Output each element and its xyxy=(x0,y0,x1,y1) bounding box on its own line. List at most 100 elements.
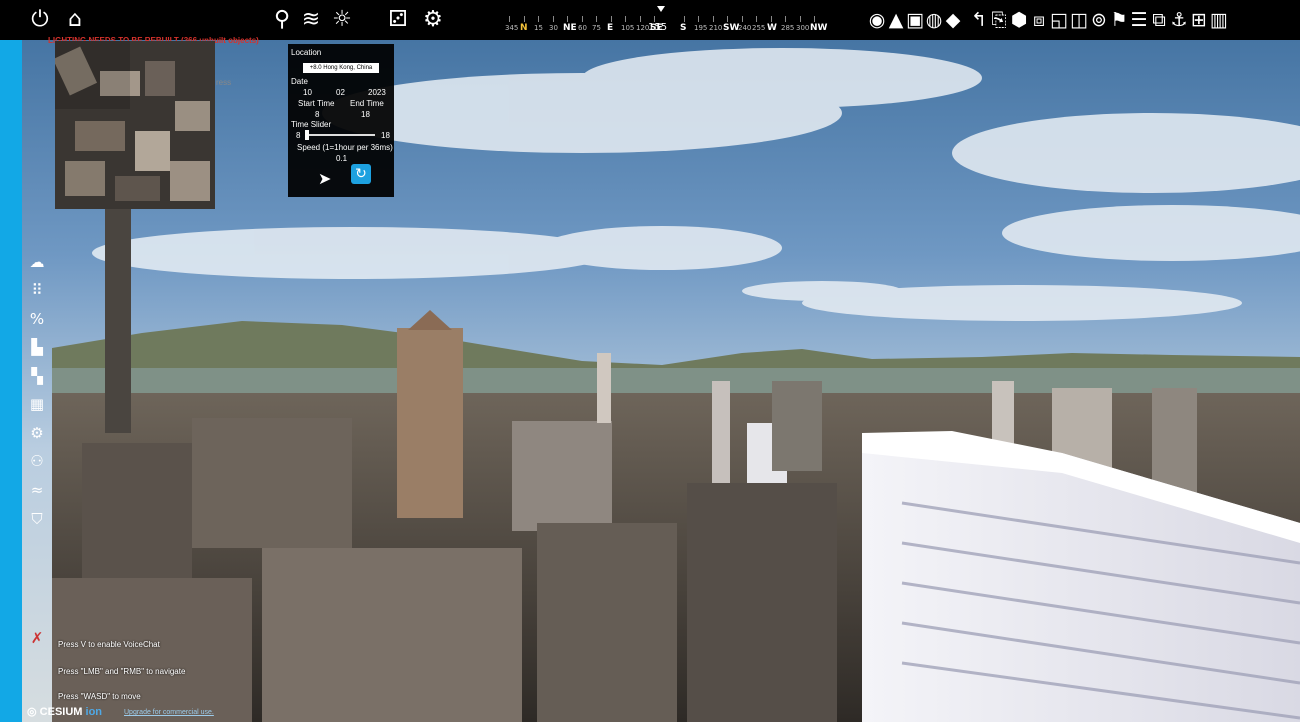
time-slider-track[interactable] xyxy=(305,134,375,136)
gis-cloud-icon[interactable]: ☁ xyxy=(27,252,47,272)
undo-arrow-icon[interactable]: ↰ xyxy=(970,6,988,34)
date-day[interactable]: 10 xyxy=(303,88,312,97)
chart-icon[interactable]: ▥ xyxy=(1210,6,1228,34)
compass-tick xyxy=(800,16,801,22)
upgrade-link[interactable]: Upgrade for commercial use. xyxy=(124,709,214,716)
compass-tick xyxy=(640,16,641,22)
terrain-icon[interactable]: ▲ xyxy=(887,6,905,34)
microphone-muted-icon[interactable]: ✗ xyxy=(27,628,47,648)
pin-marker-icon[interactable]: ⚑ xyxy=(1110,6,1128,34)
compass-tick xyxy=(611,16,612,22)
settings-gear-icon[interactable]: ⚙ xyxy=(421,6,445,34)
anchor-icon[interactable]: ⚓ xyxy=(1170,6,1188,34)
compass-label: NE xyxy=(563,23,577,33)
cesium-ion-logo[interactable]: ◎ CESIUM ion xyxy=(27,705,102,719)
compass-tick xyxy=(567,16,568,22)
location-pin-icon[interactable]: ⚲ xyxy=(270,6,294,34)
compass-label: N xyxy=(520,23,528,33)
voicechat-hint: Press V to enable VoiceChat xyxy=(58,640,160,649)
people-icon[interactable]: ⚇ xyxy=(27,451,47,471)
compass-label: S xyxy=(680,23,687,33)
compass-tick xyxy=(785,16,786,22)
grid-dots-icon[interactable]: ⠿ xyxy=(27,280,47,300)
compass-label: W xyxy=(767,23,777,33)
cube-icon[interactable]: ⧈ xyxy=(1030,6,1048,34)
tiles-icon[interactable]: ▚ xyxy=(27,366,47,386)
start-time-label: Start Time xyxy=(298,99,335,108)
minimap[interactable] xyxy=(55,41,215,209)
compass-tick xyxy=(771,16,772,22)
cog-icon[interactable]: ⚙ xyxy=(27,423,47,443)
compass-tick xyxy=(814,16,815,22)
compass-tick xyxy=(756,16,757,22)
compass-tick xyxy=(596,16,597,22)
hexagon-icon[interactable]: ⬢ xyxy=(1010,6,1028,34)
sun-position-panel: Location +8.0 Hong Kong, China Date 10 0… xyxy=(288,44,394,197)
harbour xyxy=(52,368,1300,396)
frame-icon[interactable]: ◱ xyxy=(1050,6,1068,34)
compass-tick xyxy=(698,16,699,22)
speed-input[interactable]: 0.1 xyxy=(336,154,347,163)
date-month[interactable]: 02 xyxy=(336,88,345,97)
shield-icon[interactable]: ⛉ xyxy=(27,509,47,529)
cesium-logo-mark-icon: ◎ xyxy=(27,706,37,718)
time-slider-thumb[interactable] xyxy=(305,130,309,140)
slider-max: 18 xyxy=(381,131,390,140)
compass-label: 240 xyxy=(738,24,752,32)
globe-view-icon[interactable]: ◉ xyxy=(868,6,886,34)
refresh-icon: ↻ xyxy=(355,166,367,182)
pointer-cursor-icon[interactable]: ➤ xyxy=(318,169,331,188)
compass-label: 300 xyxy=(796,24,810,32)
compass-label: 210 xyxy=(709,24,723,32)
stack-icon[interactable]: ⧉ xyxy=(1150,6,1168,34)
compass-tick xyxy=(625,16,626,22)
compass-label: 75 xyxy=(592,24,601,32)
compass-tick xyxy=(727,16,728,22)
building-icon[interactable]: ▙ xyxy=(27,337,47,357)
compass-tick xyxy=(524,16,525,22)
compass-bar[interactable]: 155 345 N 15 30 NE 60 75 E 105 120 SE S 195 210 SW 240 2… xyxy=(505,6,835,38)
navigate-hint: Press "LMB" and "RMB" to navigate xyxy=(58,667,186,676)
box-icon[interactable]: ◫ xyxy=(1070,6,1088,34)
target-icon[interactable]: ⊚ xyxy=(1090,6,1108,34)
minimap-terrain xyxy=(55,41,215,209)
compass-label: 120 xyxy=(636,24,650,32)
calculator-icon[interactable]: ▦ xyxy=(27,394,47,414)
sphere-icon[interactable]: ◍ xyxy=(925,6,943,34)
compass-tick xyxy=(553,16,554,22)
compass-tick xyxy=(654,16,655,22)
export-icon[interactable]: ⎘ xyxy=(990,6,1008,34)
home-icon[interactable]: ⌂ xyxy=(63,6,87,34)
refresh-button[interactable]: ↻ xyxy=(351,164,371,184)
speed-label: Speed (1=1hour per 36ms) xyxy=(297,143,393,152)
end-time-input[interactable]: 18 xyxy=(361,110,370,119)
compass-tick xyxy=(582,16,583,22)
percent-icon[interactable]: % xyxy=(27,309,47,329)
sun-icon[interactable]: ☼ xyxy=(330,6,354,34)
diamond-icon[interactable]: ◆ xyxy=(944,6,962,34)
wind-icon[interactable]: ≈ xyxy=(27,480,47,500)
warning-suffix: ress xyxy=(216,78,232,87)
move-hint: Press "WASD" to move xyxy=(58,692,141,701)
compass-label: 105 xyxy=(621,24,635,32)
cesium-logo-text: CESIUM xyxy=(39,706,83,718)
compass-label: 255 xyxy=(752,24,766,32)
compass-label: NW xyxy=(810,23,828,33)
building-block-icon[interactable]: ▣ xyxy=(906,6,924,34)
power-icon[interactable]: ⏻ xyxy=(28,6,52,34)
top-toolbar: ⏻ ⌂ ⚲ ≋ ☼ ⚂ ⚙ 155 345 N 15 30 NE 60 75 E 105 120 S… xyxy=(0,0,1300,40)
compass-label: 345 xyxy=(505,24,519,32)
location-select[interactable]: +8.0 Hong Kong, China xyxy=(303,63,379,73)
compass-label: 285 xyxy=(781,24,795,32)
compass-label: E xyxy=(607,23,614,33)
compass-label: 15 xyxy=(534,24,543,32)
layers-icon[interactable]: ≋ xyxy=(299,6,323,34)
gamepad-icon[interactable]: ⚂ xyxy=(386,6,410,34)
compass-label: 30 xyxy=(549,24,558,32)
compass-tick xyxy=(742,16,743,22)
compass-tick xyxy=(509,16,510,22)
start-time-input[interactable]: 8 xyxy=(315,110,319,119)
date-year[interactable]: 2023 xyxy=(368,88,386,97)
circle-grid-icon[interactable]: ⊞ xyxy=(1190,6,1208,34)
list-icon[interactable]: ☰ xyxy=(1130,6,1148,34)
